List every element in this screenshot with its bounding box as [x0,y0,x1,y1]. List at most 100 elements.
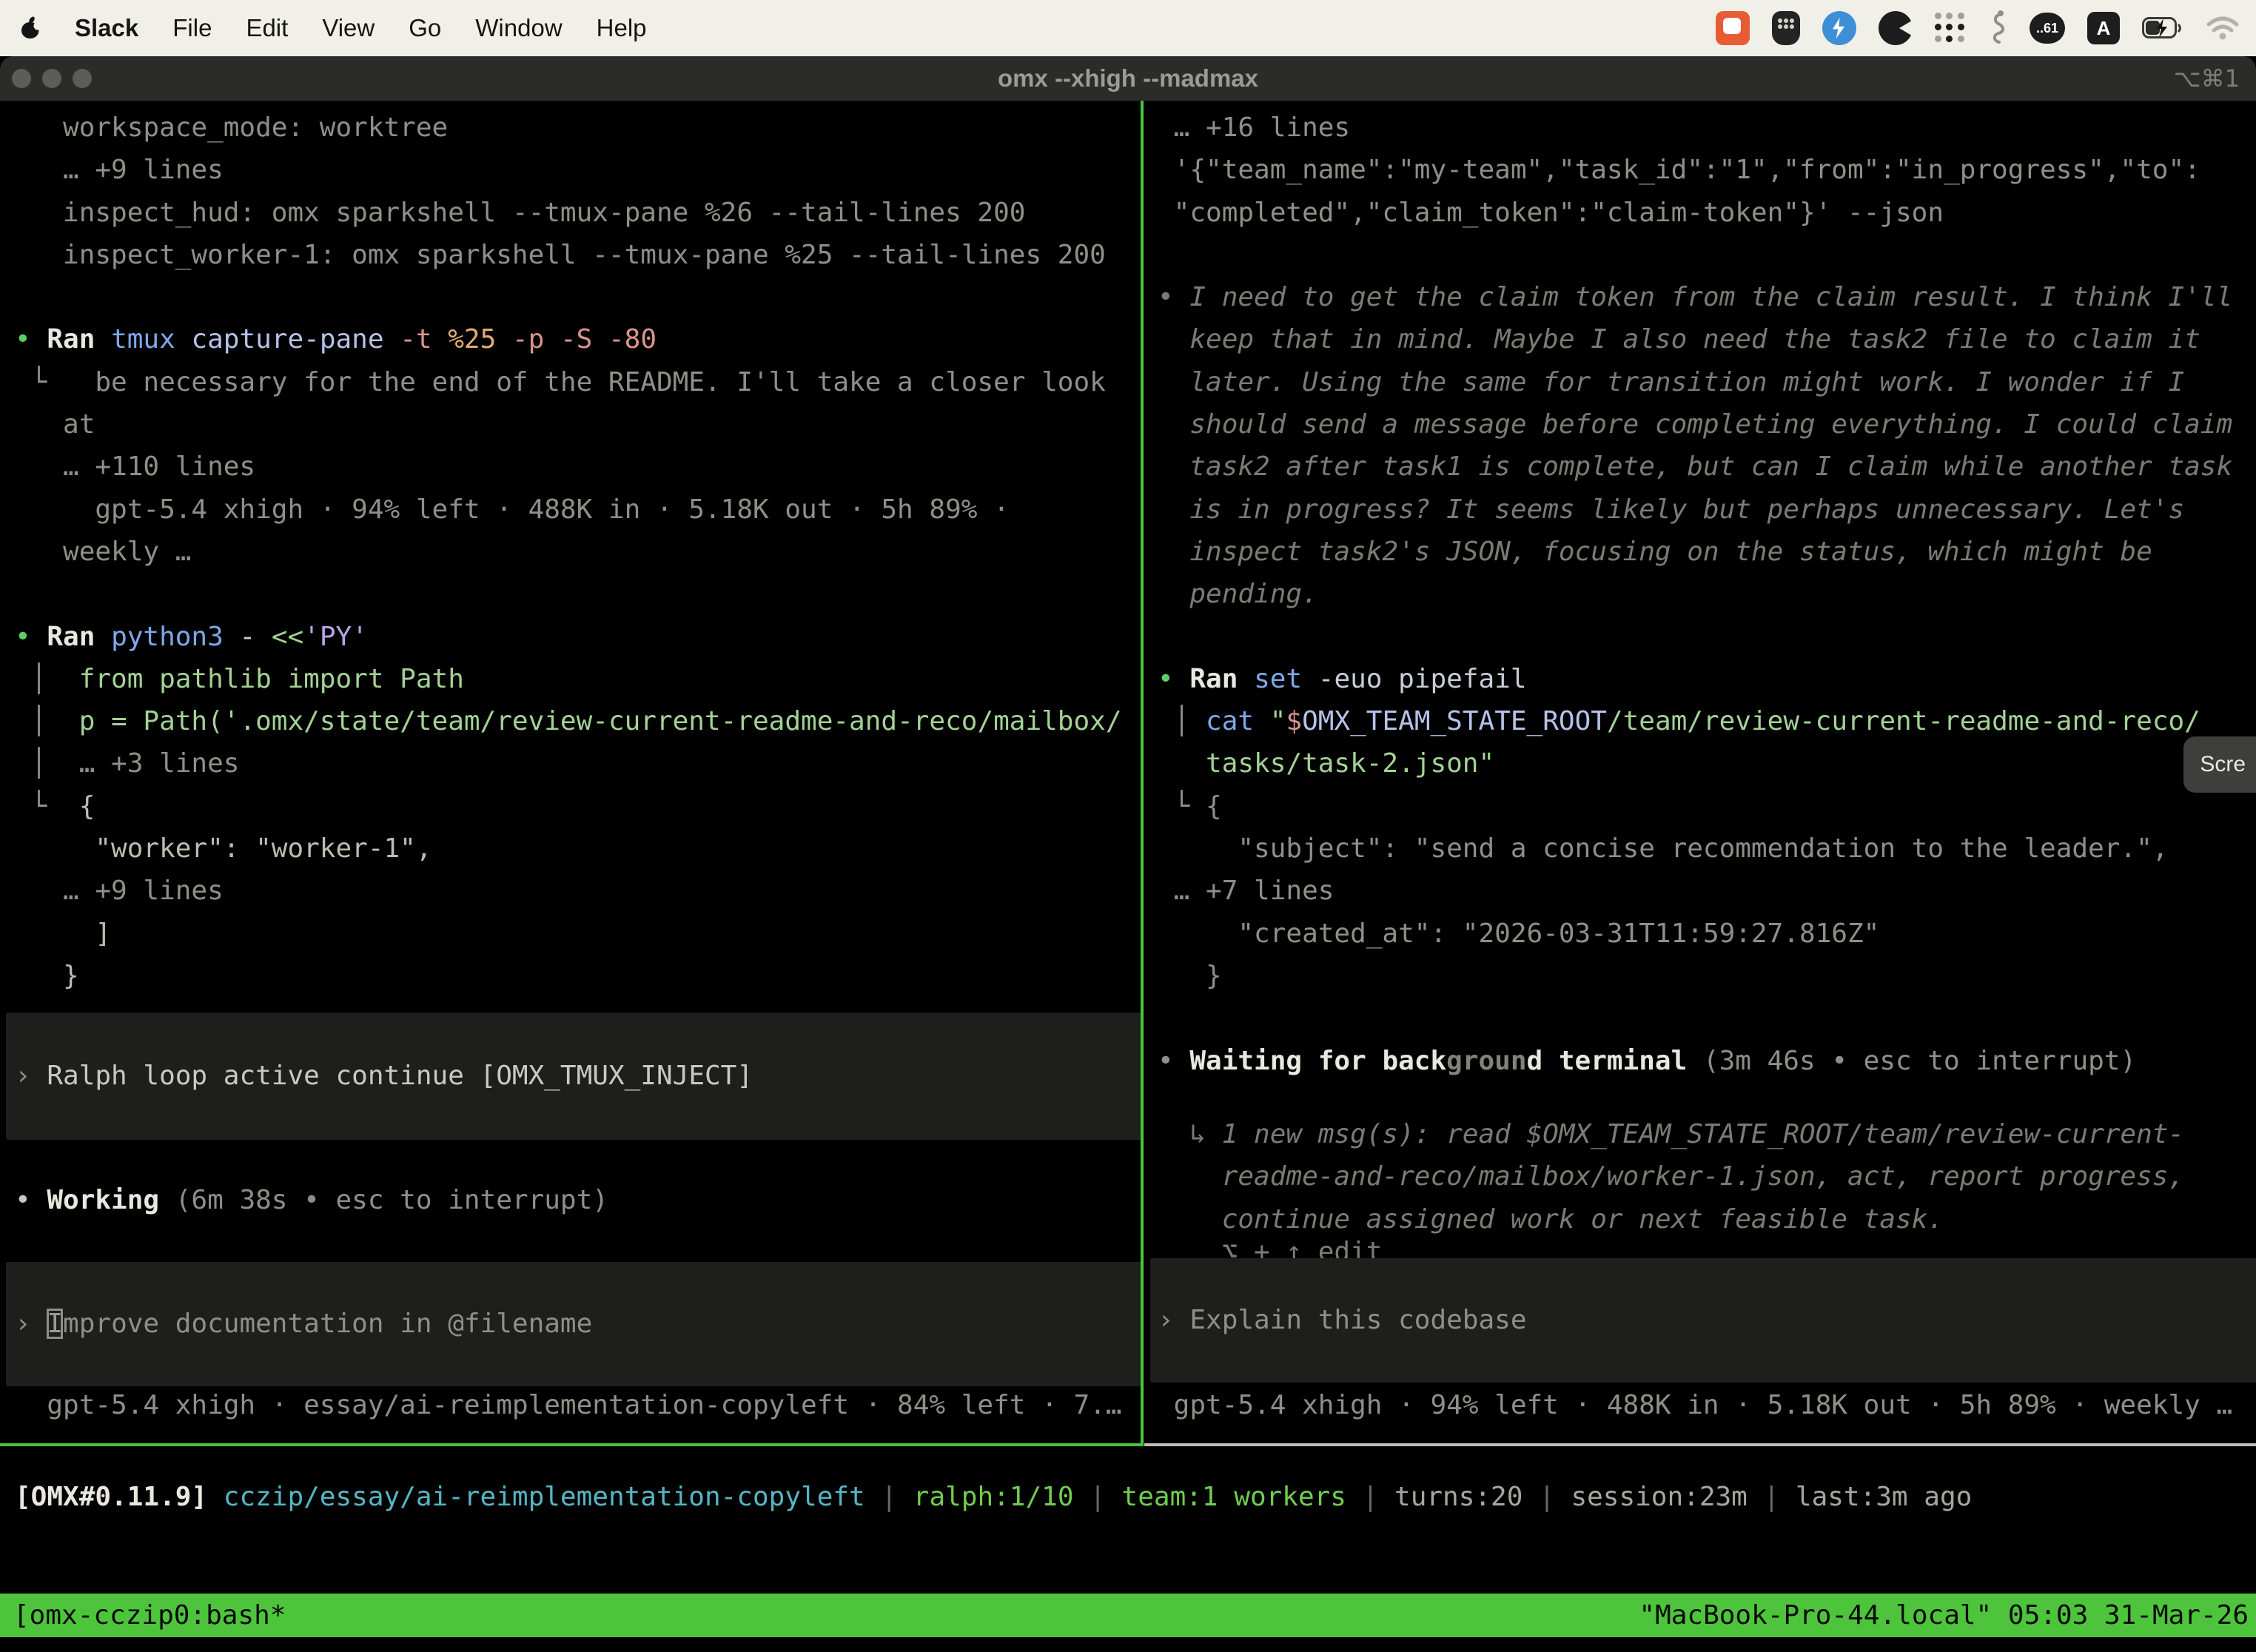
text-segment: │ [1158,706,1206,736]
terminal-line [1158,997,2256,1039]
notch-circle-icon[interactable] [1879,9,1913,47]
badge-61-icon[interactable]: ..61 [2030,13,2065,44]
text-segment: %25 [448,324,512,355]
text-segment: - [239,622,271,652]
text-segment: cczip/essay/ai-reimplementation-copyleft [207,1482,865,1512]
menu-item-window[interactable]: Window [475,14,562,42]
menu-item-go[interactable]: Go [409,14,441,42]
bolt-circle-icon[interactable] [1822,9,1856,47]
terminal-line: readme-and-reco/mailbox/worker-1.json, a… [1158,1155,2184,1198]
prompt-placeholder-left: › Improve documentation in @filename [15,1303,592,1345]
prompt-input-right[interactable]: › Explain this codebase [1150,1258,2256,1383]
text-segment: | [1346,1482,1394,1512]
terminal-line: "created_at": "2026-03-31T11:59:27.816Z" [1158,913,2256,955]
window-shortcut-hint: ⌥⌘1 [2174,64,2240,93]
text-segment: └ [15,791,79,822]
text-segment: Ralph loop active continue [OMX_TMUX_INJ… [47,1061,753,1091]
text-segment: '{"team_name":"my-team","task_id":"1","f… [1158,155,2200,185]
terminal-line: "worker": "worker-1", [15,827,1141,870]
text-segment: … +3 lines [79,748,240,779]
battery-charging-icon[interactable] [2142,9,2183,47]
text-segment: set [1254,664,1318,694]
text-segment: [OMX#0.11.9] [15,1482,207,1512]
shield-grid-icon[interactable] [1772,9,1800,47]
terminal-line: weekly … [15,531,1141,573]
inject-banner: › Ralph loop active continue [OMX_TMUX_I… [6,1013,1141,1140]
text-segment: … +16 lines [1158,113,1350,143]
text-segment: Ran [47,324,111,355]
text-segment: capture-pane [191,324,400,355]
text-segment: cat [1206,706,1270,736]
text-segment: • [1158,282,1189,312]
window-titlebar[interactable]: omx --xhigh --madmax ⌥⌘1 [0,56,2256,101]
left-pane-output: workspace_mode: worktree … +9 lines insp… [0,107,1141,997]
text-segment: should send a message before completing … [1158,409,2232,440]
text-segment: ralph:1/10 [913,1482,1074,1512]
text-segment: python3 [111,622,239,652]
text-segment: gpt-5.4 xhigh · essay/ai-reimplementatio… [15,1390,1122,1420]
screen: Slack File Edit View Go Window Help ..61 [0,0,2256,1652]
apple-logo-icon[interactable] [21,9,41,47]
menu-item-view[interactable]: View [322,14,375,42]
chat-app-icon[interactable] [1716,9,1750,47]
terminal-line: "subject": "send a concise recommendatio… [1158,827,2256,870]
terminal-line: │ cat "$OMX_TEAM_STATE_ROOT/team/review-… [1158,700,2256,742]
menu-app-name[interactable]: Slack [75,14,138,42]
text-segment: -euo pipefail [1318,664,1527,694]
terminal-line: └ be necessary for the end of the README… [15,361,1141,403]
terminal-line: │ from pathlib import Path [15,658,1141,700]
text-segment: $ [1286,706,1302,736]
terminal-line: at [15,403,1141,446]
text-segment: › [15,1061,47,1091]
text-segment: ↳ 1 new msg(s): read $OMX_TEAM_STATE_ROO… [1158,1119,2184,1149]
text-segment: inspect_worker-1: omx sparkshell --tmux-… [15,240,1106,270]
text-segment: " [1270,706,1286,736]
menu-item-help[interactable]: Help [597,14,647,42]
text-segment: Ran [47,622,111,652]
hook-icon[interactable] [1988,9,2007,47]
pane-divider[interactable] [1141,101,1144,1443]
dots-grid-icon[interactable] [1935,9,1966,47]
text-segment: { [1206,791,1222,822]
working-status-line: • Working (6m 38s • esc to interrupt) [15,1179,608,1221]
model-status-left: gpt-5.4 xhigh · essay/ai-reimplementatio… [15,1384,1122,1426]
text-segment: continue assigned work or next feasible … [1158,1204,1944,1235]
terminal-line [15,573,1141,615]
text-segment: │ [15,748,79,779]
terminal-line: keep that in mind. Maybe I also need the… [1158,318,2256,360]
terminal-line: └ { [1158,785,2256,827]
terminal-line: … +9 lines [15,870,1141,912]
tmux-pane-right[interactable]: … +16 lines '{"team_name":"my-team","tas… [1144,101,2256,1443]
text-segment: … +7 lines [1158,876,1334,906]
terminal-line: should send a message before completing … [1158,403,2256,446]
terminal-window: omx --xhigh --madmax ⌥⌘1 workspace_mode:… [0,56,2256,1652]
terminal-line: • I need to get the claim token from the… [1158,276,2256,318]
prompt-input-left[interactable]: › Improve documentation in @filename [6,1262,1141,1386]
text-segment: from pathlib import Path [79,664,464,694]
terminal-line: … +110 lines [15,446,1141,488]
terminal-line: inspect task2's JSON, focusing on the st… [1158,531,2256,573]
text-segment: └ [1158,791,1206,822]
screen-share-overlay-button[interactable]: Scre [2183,736,2256,793]
tmux-pane-left[interactable]: workspace_mode: worktree … +9 lines insp… [0,101,1141,1443]
terminal-line [1158,616,2256,658]
menu-item-file[interactable]: File [172,14,212,42]
text-segment: (3m 46s • esc to interrupt) [1687,1046,2136,1076]
tmux-window-tab[interactable]: [omx-cczip0:bash* [0,1594,286,1637]
input-source-icon[interactable]: A [2087,12,2120,44]
terminal-line: … +7 lines [1158,870,2256,912]
terminal-line: … +16 lines [1158,107,2256,149]
terminal-line: └ { [15,785,1141,827]
terminal-line: '{"team_name":"my-team","task_id":"1","f… [1158,149,2256,191]
terminal-line: later. Using the same for transition mig… [1158,361,2256,403]
terminal-line: inspect_worker-1: omx sparkshell --tmux-… [15,234,1141,276]
text-segment: … +110 lines [15,451,255,482]
text-segment: gpt-5.4 xhigh · 94% left · 488K in · 5.1… [1158,1390,2232,1420]
terminal-line: • Ran set -euo pipefail [1158,658,2256,700]
terminal-line: is in progress? It seems likely but perh… [1158,488,2256,531]
terminal-line: ↳ 1 new msg(s): read $OMX_TEAM_STATE_ROO… [1158,1113,2184,1155]
text-segment: "created_at": "2026-03-31T11:59:27.816Z" [1158,919,1879,949]
wifi-icon[interactable] [2206,9,2240,47]
menu-bar: Slack File Edit View Go Window Help ..61 [0,0,2256,56]
menu-item-edit[interactable]: Edit [246,14,288,42]
